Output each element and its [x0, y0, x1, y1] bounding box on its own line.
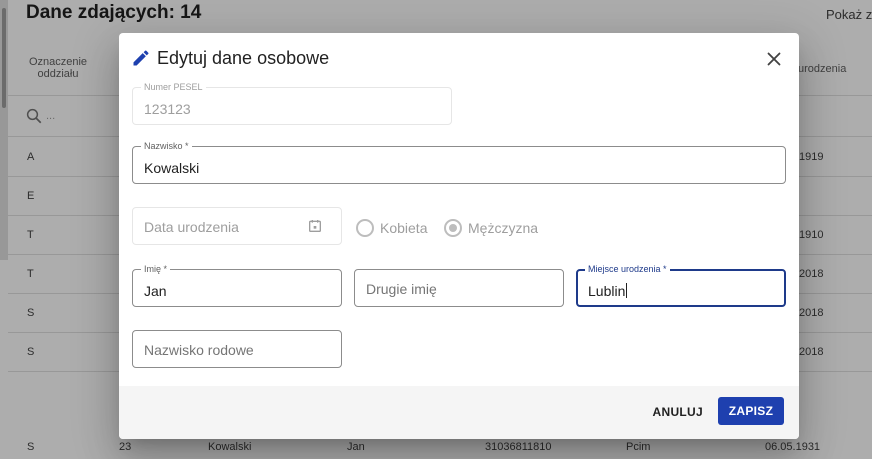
dialog-footer: ANULUJ ZAPISZ — [119, 386, 799, 439]
birth-place-value: Lublin — [588, 283, 626, 299]
dialog-header: Edytuj dane osobowe — [131, 46, 329, 70]
edit-personal-data-dialog: Edytuj dane osobowe Numer PESEL 123123 N… — [119, 33, 799, 439]
second-name-placeholder: Drugie imię — [366, 281, 437, 297]
gender-male-radio[interactable]: Mężczyzna — [444, 218, 538, 238]
pencil-icon — [133, 50, 149, 66]
dialog-title: Edytuj dane osobowe — [157, 47, 330, 68]
radio-female-circle[interactable] — [356, 219, 374, 237]
text-caret — [626, 283, 628, 298]
gender-female-radio[interactable]: Kobieta — [356, 218, 427, 238]
pesel-field: Numer PESEL 123123 — [132, 81, 452, 125]
radio-male-label: Mężczyzna — [468, 220, 539, 236]
radio-male-circle[interactable] — [444, 219, 462, 237]
birth-date-placeholder: Data urodzenia — [144, 219, 239, 235]
pesel-value: 123123 — [144, 101, 191, 117]
maiden-name-field[interactable]: Nazwisko rodowe — [132, 330, 342, 368]
second-name-field[interactable]: Drugie imię — [354, 269, 564, 307]
close-icon[interactable] — [763, 48, 785, 70]
surname-label: Nazwisko * — [141, 140, 192, 152]
surname-field[interactable]: Nazwisko * Kowalski — [132, 140, 786, 184]
first-name-label: Imię * — [141, 263, 171, 275]
birth-place-input[interactable]: Lublin — [588, 283, 628, 299]
cancel-button[interactable]: ANULUJ — [653, 405, 703, 419]
calendar-icon[interactable] — [307, 218, 323, 234]
pesel-label: Numer PESEL — [141, 81, 206, 93]
surname-value[interactable]: Kowalski — [144, 160, 199, 176]
first-name-field[interactable]: Imię * Jan — [132, 263, 342, 307]
radio-female-label: Kobieta — [380, 220, 428, 236]
save-button[interactable]: ZAPISZ — [718, 397, 784, 425]
maiden-name-placeholder: Nazwisko rodowe — [144, 342, 254, 358]
birth-place-label: Miejsce urodzenia * — [585, 263, 670, 275]
first-name-value[interactable]: Jan — [144, 283, 167, 299]
birth-date-field[interactable]: Data urodzenia — [132, 207, 342, 245]
birth-place-field[interactable]: Miejsce urodzenia * Lublin — [576, 263, 786, 307]
